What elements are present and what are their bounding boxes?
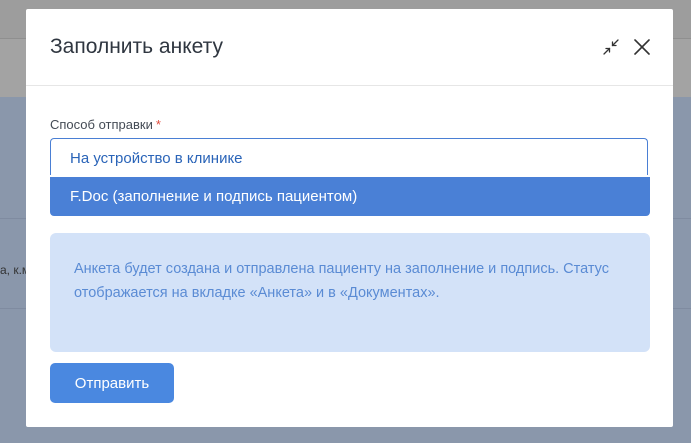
required-mark: * [155, 117, 161, 132]
modal-title: Заполнить анкету [50, 35, 223, 58]
fill-questionnaire-modal: Заполнить анкету Способ отправки * На ус… [26, 9, 673, 427]
info-message-text: Анкета будет создана и отправлена пациен… [74, 261, 610, 301]
info-message-box: Анкета будет создана и отправлена пациен… [50, 233, 650, 352]
send-method-label-text: Способ отправки [50, 117, 153, 132]
send-method-label: Способ отправки * [50, 117, 161, 132]
send-method-selected-value[interactable]: На устройство в клинике [70, 150, 243, 167]
dropdown-option-label: F.Doc (заполнение и подпись пациентом) [70, 188, 358, 205]
collapse-arrows-icon[interactable] [600, 36, 622, 58]
modal-header: Заполнить анкету [26, 9, 673, 86]
submit-button[interactable]: Отправить [50, 363, 174, 403]
dropdown-option-fdoc[interactable]: F.Doc (заполнение и подпись пациентом) [50, 177, 650, 216]
close-icon[interactable] [631, 36, 653, 58]
